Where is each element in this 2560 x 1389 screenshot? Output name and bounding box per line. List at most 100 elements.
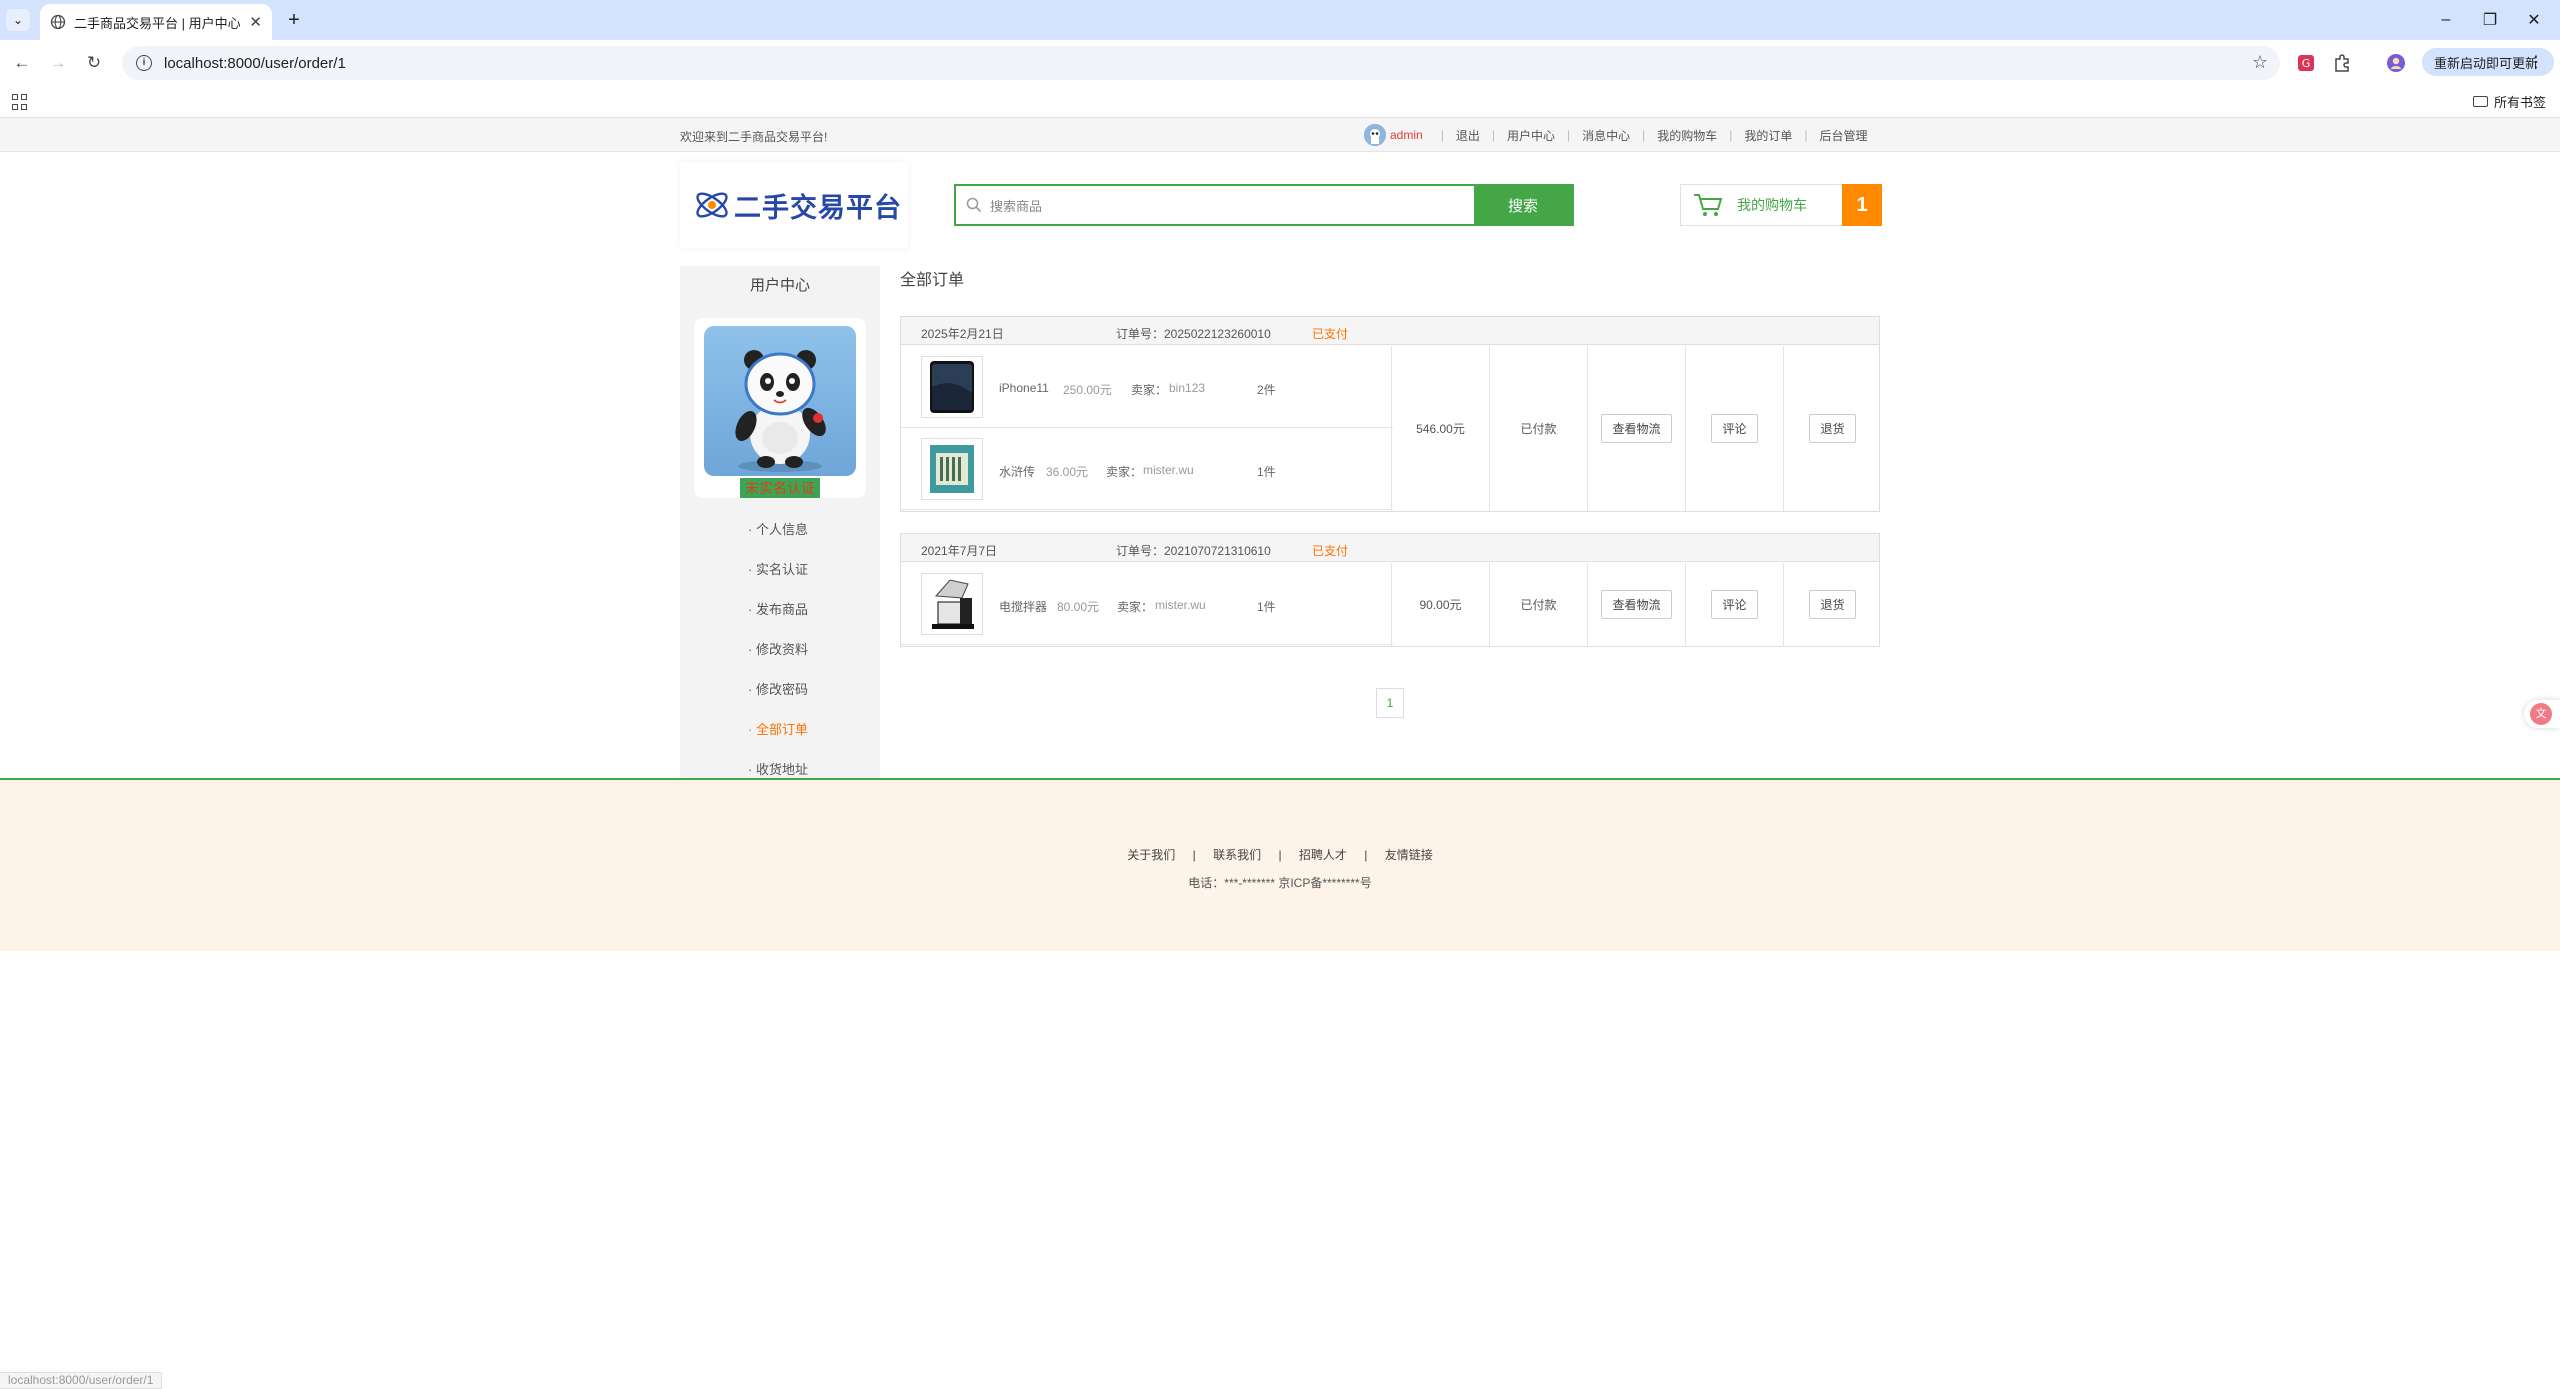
sidebar-item-all-orders[interactable]: · 全部订单: [680, 710, 880, 750]
sidebar-title: 用户中心: [749, 277, 810, 294]
comment-button[interactable]: 评论: [1711, 590, 1758, 619]
sidebar-item-profile[interactable]: · 个人信息: [680, 510, 880, 550]
puzzle-extensions-icon[interactable]: [2332, 53, 2352, 73]
bookmark-star-icon[interactable]: ☆: [2252, 52, 2268, 73]
logistics-cell: 查看物流: [1587, 563, 1685, 646]
comment-cell: 评论: [1685, 346, 1783, 511]
sidebar-item-publish[interactable]: · 发布商品: [680, 590, 880, 630]
refund-button[interactable]: 退货: [1809, 414, 1856, 443]
view-logistics-button[interactable]: 查看物流: [1601, 590, 1672, 619]
message-center-link[interactable]: 消息中心: [1582, 127, 1630, 144]
footer-jobs-link[interactable]: 招聘人才: [1299, 848, 1347, 862]
profile-avatar-icon[interactable]: [2386, 53, 2406, 73]
tab-search-icon[interactable]: ⌄: [6, 9, 30, 31]
order-total: 546.00元: [1391, 346, 1489, 511]
search-bar: 搜索商品 搜索: [954, 184, 1574, 226]
sidebar-item-verification[interactable]: · 实名认证: [680, 550, 880, 590]
status-bar-url: localhost:8000/user/order/1: [0, 1372, 163, 1389]
apps-grid-icon[interactable]: [12, 94, 28, 110]
svg-text:G: G: [2302, 57, 2311, 70]
logout-link[interactable]: 退出: [1456, 127, 1480, 144]
cart-button[interactable]: 我的购物车 1: [1680, 184, 1882, 226]
cart-count-badge: 1: [1842, 184, 1882, 226]
translate-float-button[interactable]: 文: [2524, 700, 2560, 728]
browser-tab-strip: ⌄ 二手商品交易平台 | 用户中心 ✕ + – ❐ ✕: [0, 0, 2560, 40]
order-date: 2025年2月21日: [921, 327, 1004, 341]
order-status: 已支付: [1312, 544, 1349, 558]
order-total: 90.00元: [1391, 563, 1489, 646]
refund-cell: 退货: [1783, 346, 1881, 511]
my-orders-link[interactable]: 我的订单: [1744, 127, 1792, 144]
menu-dots-icon[interactable]: ⋮: [2528, 52, 2544, 72]
reload-icon[interactable]: ↻: [82, 51, 106, 75]
refund-cell: 退货: [1783, 563, 1881, 646]
sidebar-item-edit-info[interactable]: · 修改资料: [680, 630, 880, 670]
bookmarks-bar: 所有书签: [0, 86, 2560, 118]
back-icon[interactable]: ←: [10, 51, 34, 75]
item-quantity: 1件: [1257, 600, 1276, 614]
all-bookmarks-label: 所有书签: [2493, 95, 2546, 110]
order-item: 电搅拌器 80.00元 卖家： mister.wu 1件: [901, 563, 1393, 645]
site-info-icon[interactable]: i: [136, 55, 152, 71]
my-cart-link[interactable]: 我的购物车: [1657, 127, 1717, 144]
footer-friends-link[interactable]: 友情链接: [1385, 848, 1433, 862]
sidebar-item-change-password[interactable]: · 修改密码: [680, 670, 880, 710]
address-bar[interactable]: i localhost:8000/user/order/1 ☆: [122, 46, 2280, 80]
order-items: iPhone11 250.00元 卖家： bin123 2件 水浒传 36.00…: [901, 346, 1393, 510]
globe-icon: [50, 14, 66, 30]
refund-button[interactable]: 退货: [1809, 590, 1856, 619]
product-thumbnail[interactable]: [921, 438, 983, 500]
user-avatar-icon: [1364, 124, 1386, 146]
user-center-link[interactable]: 用户中心: [1507, 127, 1555, 144]
order-item: 水浒传 36.00元 卖家： mister.wu 1件: [901, 428, 1393, 510]
product-thumbnail[interactable]: [921, 356, 983, 418]
url-text: localhost:8000/user/order/1: [164, 54, 346, 72]
all-bookmarks[interactable]: 所有书签: [2472, 92, 2546, 111]
search-button[interactable]: 搜索: [1474, 186, 1572, 224]
product-name[interactable]: 电搅拌器: [999, 598, 1047, 615]
seller-label: 卖家：: [1131, 383, 1168, 397]
view-logistics-button[interactable]: 查看物流: [1601, 414, 1672, 443]
payment-state: 已付款: [1489, 563, 1587, 646]
update-browser-button[interactable]: 重新启动即可更新 ⋮: [2422, 48, 2554, 76]
product-name[interactable]: 水浒传: [999, 463, 1035, 480]
product-price: 36.00元: [1046, 465, 1089, 479]
footer-links: 关于我们 | 联系我们 | 招聘人才 | 友情链接: [1127, 848, 1433, 862]
search-icon: [966, 197, 982, 213]
profile-avatar: [704, 326, 856, 476]
username-link[interactable]: admin: [1390, 128, 1423, 142]
order-items: 电搅拌器 80.00元 卖家： mister.wu 1件: [901, 563, 1393, 645]
orders-main: 全部订单 2025年2月21日 订单号：2025022123260010 已支付…: [900, 266, 1880, 718]
order-number: 订单号：2021070721310610: [1116, 544, 1271, 558]
product-price: 80.00元: [1057, 600, 1100, 614]
payment-state: 已付款: [1489, 346, 1587, 511]
item-quantity: 2件: [1257, 383, 1276, 397]
extension-red-icon[interactable]: G: [2296, 53, 2316, 73]
shopping-cart-icon: [1694, 194, 1723, 216]
search-input[interactable]: 搜索商品: [956, 186, 1474, 224]
user-center-sidebar: 用户中心 未实名认证 · 个人信息 · 实名认证 · 发布商品 · 修改资料 ·…: [680, 266, 880, 778]
new-tab-icon[interactable]: +: [282, 8, 306, 32]
restore-icon[interactable]: ❐: [2478, 8, 2502, 32]
seller-name: mister.wu: [1143, 463, 1194, 477]
footer-about-link[interactable]: 关于我们: [1127, 848, 1175, 862]
window-close-icon[interactable]: ✕: [2522, 8, 2546, 32]
pagination-page-1[interactable]: 1: [1376, 688, 1404, 718]
tab-close-icon[interactable]: ✕: [249, 13, 262, 31]
seller-label: 卖家：: [1117, 600, 1154, 614]
product-thumbnail[interactable]: [921, 573, 983, 635]
item-quantity: 1件: [1257, 465, 1276, 479]
translate-icon: 文: [2530, 703, 2552, 725]
order-header: 2025年2月21日 订单号：2025022123260010 已支付: [901, 317, 1879, 345]
site-logo[interactable]: 二手交易平台: [680, 162, 908, 248]
footer-contact-link[interactable]: 联系我们: [1213, 848, 1261, 862]
minimize-icon[interactable]: –: [2434, 8, 2458, 32]
comment-button[interactable]: 评论: [1711, 414, 1758, 443]
tab-title: 二手商品交易平台 | 用户中心: [74, 15, 241, 31]
logo-text: 二手交易平台: [734, 192, 902, 223]
admin-link[interactable]: 后台管理: [1820, 127, 1868, 144]
atom-logo-icon: [696, 192, 728, 218]
product-name[interactable]: iPhone11: [999, 381, 1049, 395]
browser-tab[interactable]: 二手商品交易平台 | 用户中心 ✕: [40, 4, 272, 40]
forward-icon[interactable]: →: [46, 51, 70, 75]
